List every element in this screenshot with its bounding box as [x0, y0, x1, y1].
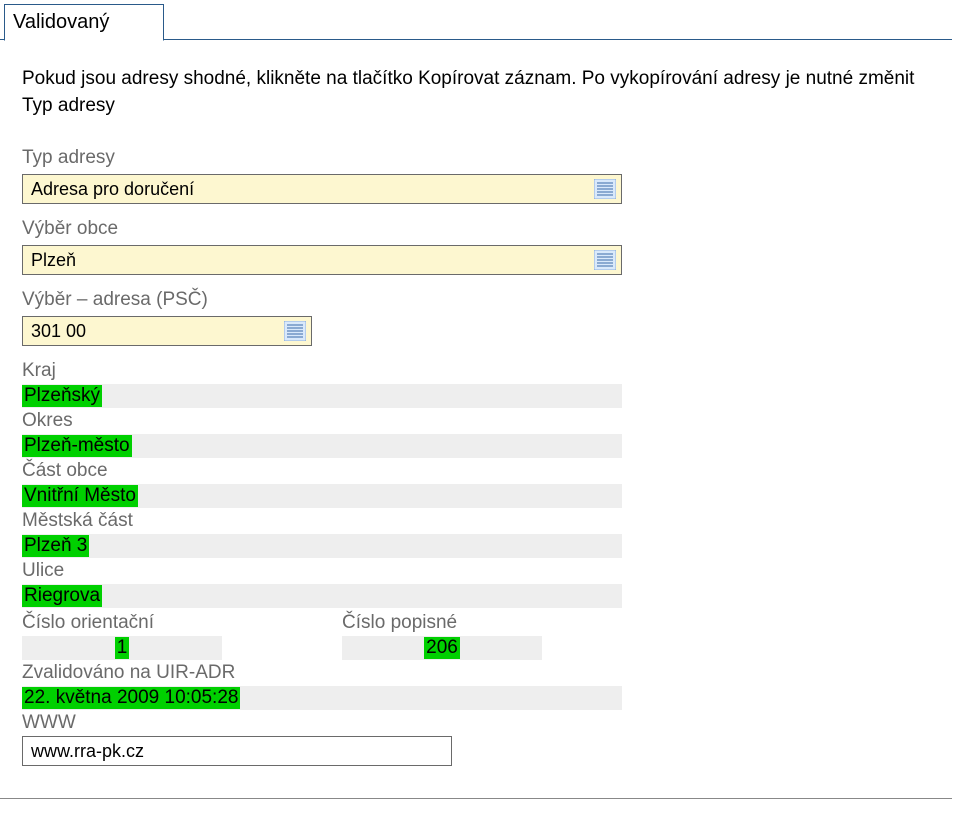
- dropdown-icon: [593, 178, 617, 200]
- value-cislo-pop: 206: [424, 637, 460, 659]
- value-wrap-okres: Plzeň-město: [22, 434, 622, 458]
- value-cast-obce: Vnitřní Město: [22, 485, 138, 507]
- label-mestska-cast: Městská část: [22, 510, 952, 532]
- label-cislo-or: Číslo orientační: [22, 612, 222, 634]
- value-wrap-ulice: Riegrova: [22, 584, 622, 608]
- select-vyber-obce-value: Plzeň: [31, 250, 76, 271]
- value-mestska-cast: Plzeň 3: [22, 535, 89, 557]
- description-text: Pokud jsou adresy shodné, klikněte na tl…: [22, 66, 922, 119]
- label-typ-adresy: Typ adresy: [22, 147, 952, 169]
- value-wrap-mestska-cast: Plzeň 3: [22, 534, 622, 558]
- label-kraj: Kraj: [22, 360, 952, 382]
- select-typ-adresy[interactable]: Adresa pro doručení: [22, 174, 622, 204]
- label-cast-obce: Část obce: [22, 460, 952, 482]
- value-okres: Plzeň-město: [22, 435, 132, 457]
- dropdown-icon: [283, 320, 307, 342]
- form-panel: Pokud jsou adresy shodné, klikněte na tl…: [0, 39, 952, 799]
- input-www-value: www.rra-pk.cz: [31, 741, 144, 762]
- label-cislo-pop: Číslo popisné: [342, 612, 542, 634]
- tab-label: Validovaný: [13, 11, 109, 33]
- select-vyber-psc-value: 301 00: [31, 321, 86, 342]
- select-vyber-psc[interactable]: 301 00: [22, 316, 312, 346]
- value-wrap-kraj: Plzeňský: [22, 384, 622, 408]
- value-wrap-cislo-pop: 206: [342, 636, 542, 660]
- value-cislo-or: 1: [115, 637, 130, 659]
- value-wrap-cast-obce: Vnitřní Město: [22, 484, 622, 508]
- value-validated: 22. května 2009 10:05:28: [22, 687, 240, 709]
- label-ulice: Ulice: [22, 560, 952, 582]
- label-vyber-psc: Výběr – adresa (PSČ): [22, 289, 952, 311]
- value-wrap-cislo-or: 1: [22, 636, 222, 660]
- tab-validovany[interactable]: Validovaný: [4, 4, 164, 41]
- label-validated: Zvalidováno na UIR-ADR: [22, 662, 952, 684]
- label-www: WWW: [22, 712, 952, 734]
- value-ulice: Riegrova: [22, 585, 102, 607]
- select-vyber-obce[interactable]: Plzeň: [22, 245, 622, 275]
- select-typ-adresy-value: Adresa pro doručení: [31, 179, 194, 200]
- label-okres: Okres: [22, 410, 952, 432]
- label-vyber-obce: Výběr obce: [22, 218, 952, 240]
- value-wrap-validated: 22. května 2009 10:05:28: [22, 686, 622, 710]
- value-kraj: Plzeňský: [22, 385, 102, 407]
- input-www[interactable]: www.rra-pk.cz: [22, 736, 452, 766]
- dropdown-icon: [593, 249, 617, 271]
